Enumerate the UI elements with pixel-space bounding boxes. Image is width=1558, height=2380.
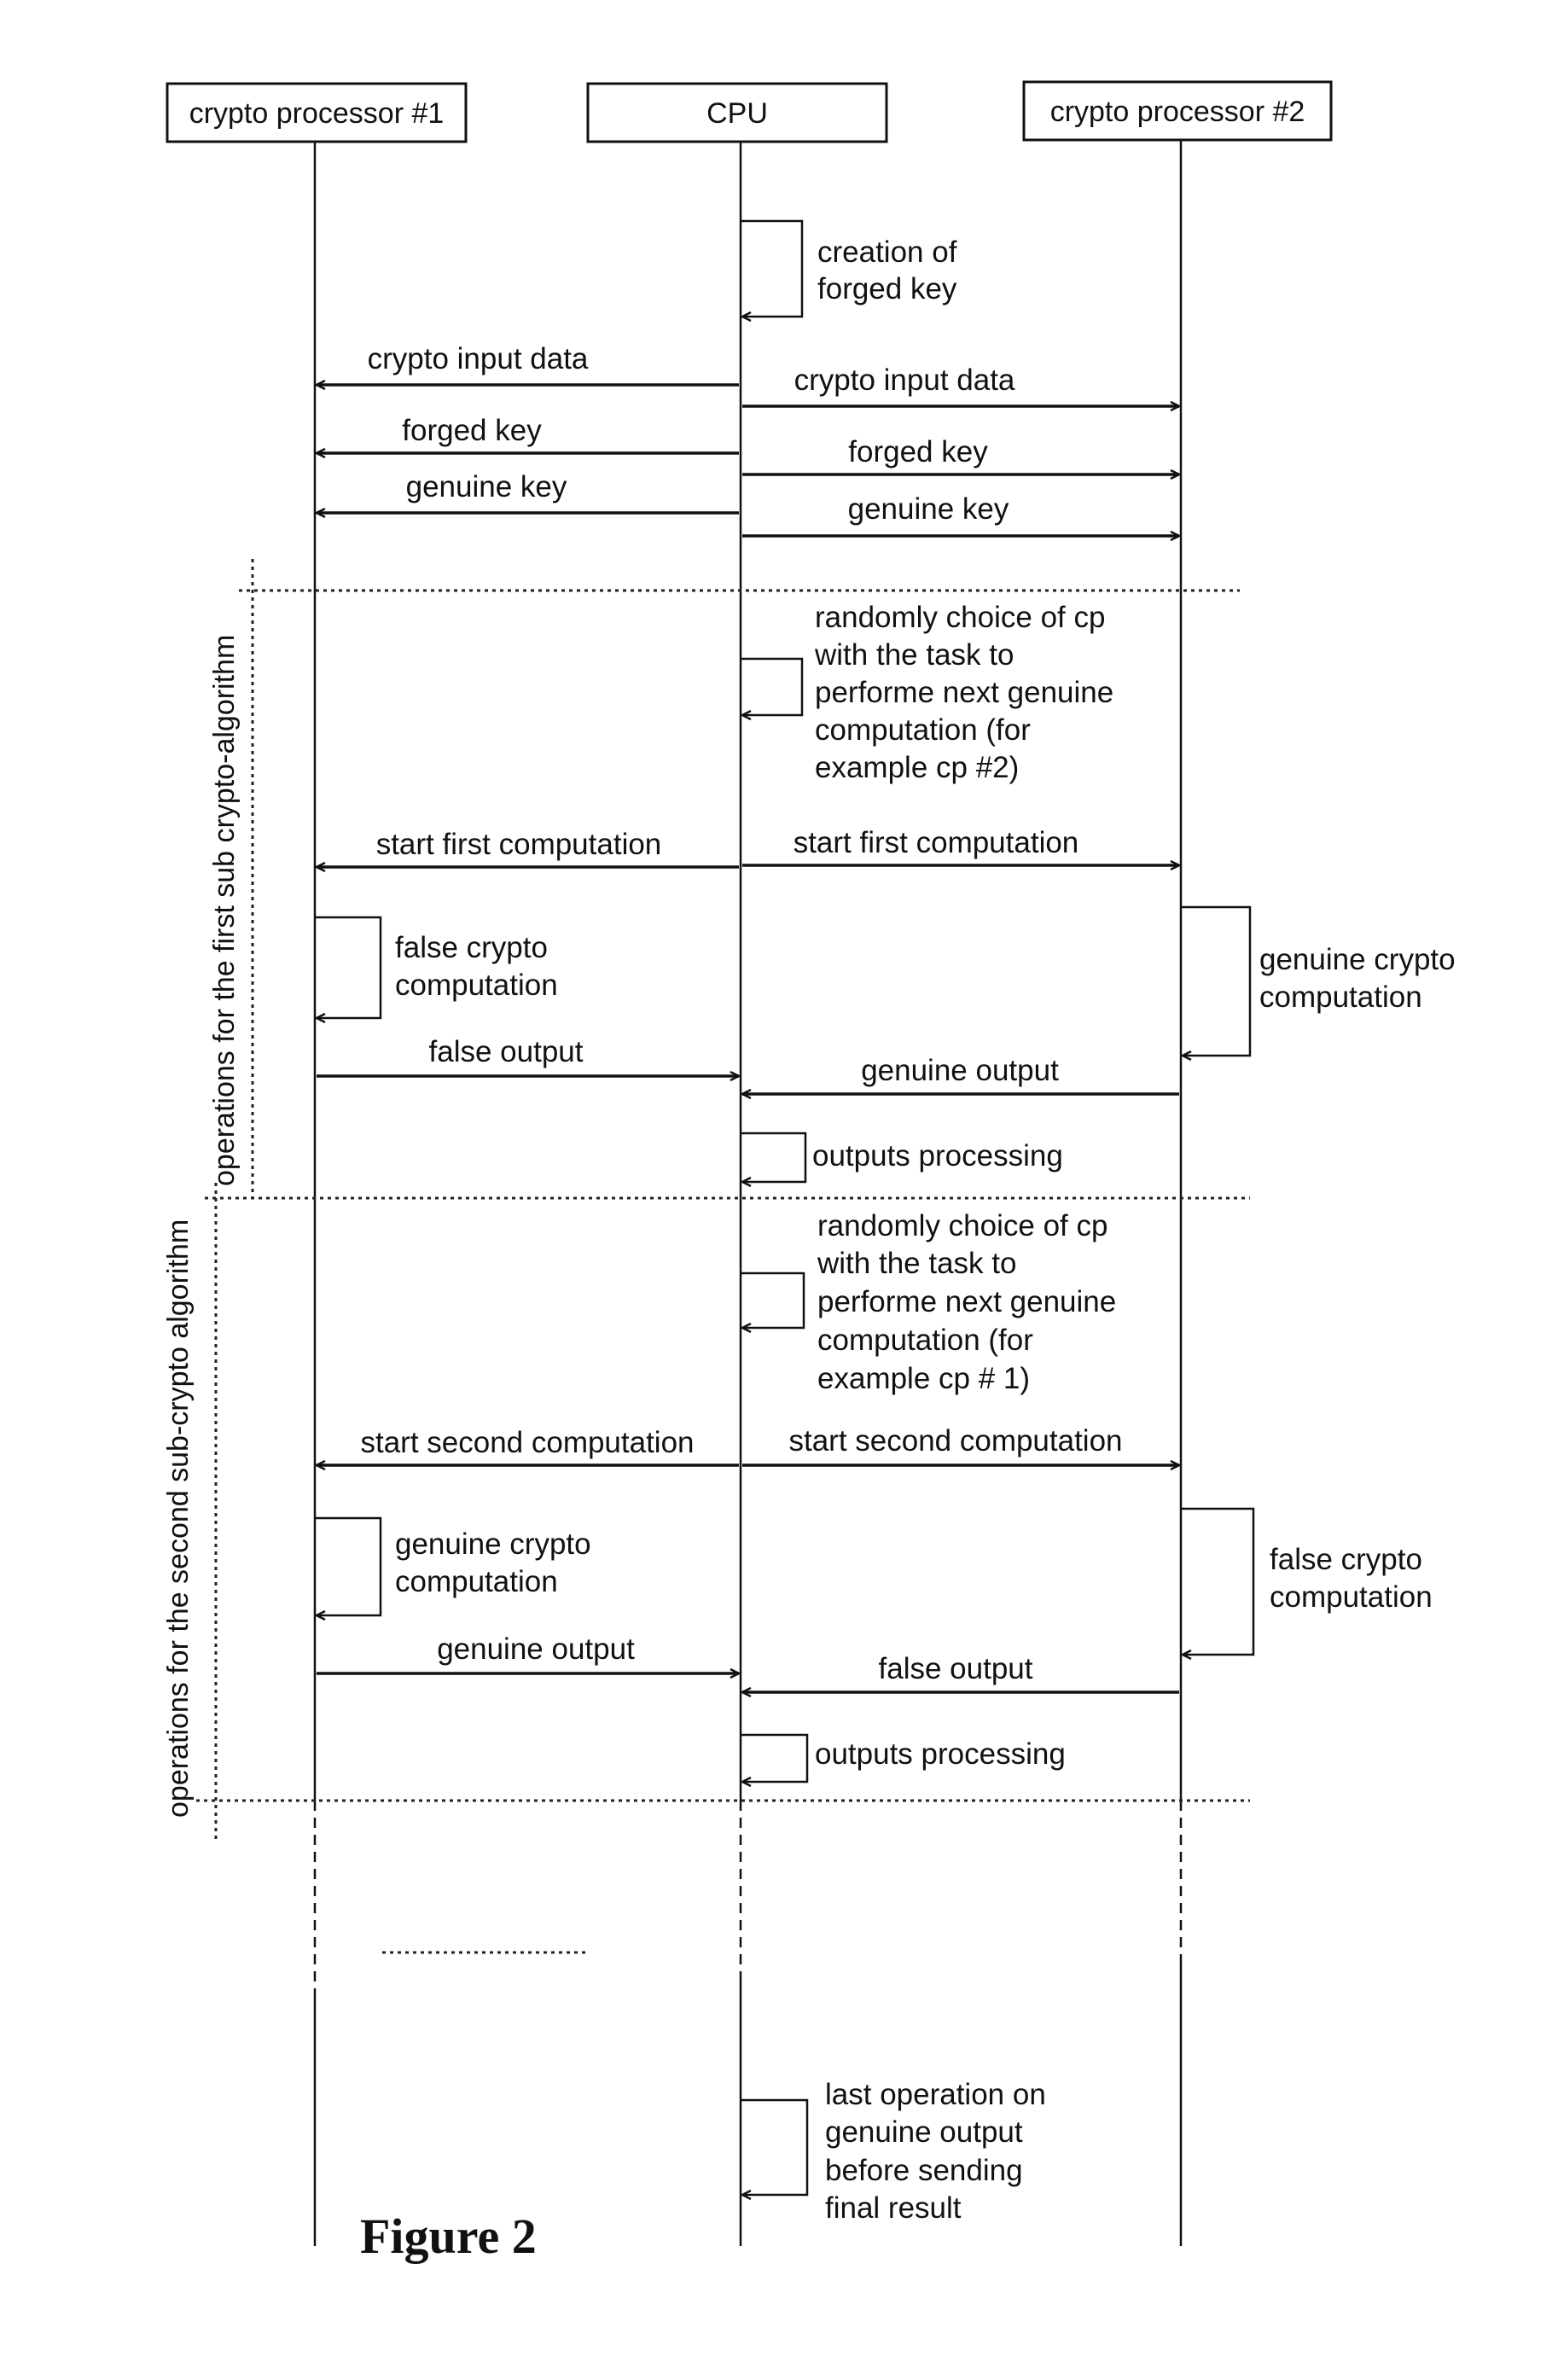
message-label: forged key <box>848 435 988 468</box>
participant-label-cpu: CPU <box>706 97 768 130</box>
loop-arrow <box>1181 1507 1255 1655</box>
loop-label-line: with the task to <box>817 1247 1016 1280</box>
message-label: genuine output <box>861 1054 1059 1087</box>
self-loop-creation-forged-key: creation of forged key <box>741 219 957 317</box>
message-start-first-cp2: start first computation <box>742 826 1179 865</box>
participant-cp2: crypto processor #2 <box>1022 80 1333 142</box>
message-label: genuine key <box>406 470 567 503</box>
participant-cpu: CPU <box>586 82 888 143</box>
message-label: start second computation <box>360 1426 694 1459</box>
message-label: forged key <box>402 414 542 447</box>
loop-arrow <box>315 916 382 1018</box>
loop-label-line: computation (for <box>817 1324 1033 1357</box>
loop-label-line: computation <box>395 1565 558 1598</box>
self-loop-false-crypto-2: false crypto computation <box>1181 1507 1433 1655</box>
sequence-diagram: crypto processor #1 CPU crypto processor… <box>162 80 1456 2264</box>
loop-label-line: forged key <box>817 272 957 306</box>
loop-label-line: last operation on <box>825 2078 1046 2111</box>
loop-label-line: example cp #2) <box>815 751 1019 784</box>
message-genuine-key-cp1: genuine key <box>317 470 739 513</box>
self-loop-false-crypto-1: false crypto computation <box>315 916 558 1018</box>
loop-label-line: genuine output <box>825 2115 1023 2149</box>
self-loop-last-operation: last operation on genuine output before … <box>741 2078 1046 2225</box>
message-false-output-2: false output <box>742 1652 1179 1692</box>
loop-label-line: false crypto <box>1270 1543 1422 1576</box>
message-crypto-input-cp2: crypto input data <box>742 364 1179 406</box>
message-start-second-cp1: start second computation <box>317 1426 739 1465</box>
loop-arrow <box>741 657 804 715</box>
message-forged-key-cp2: forged key <box>742 435 1179 474</box>
group-label: operations for the first sub crypto-algo… <box>208 635 241 1186</box>
self-loop-random-choice-2: randomly choice of cp with the task to p… <box>741 1209 1116 1395</box>
self-loop-genuine-crypto-2: genuine crypto computation <box>315 1516 591 1615</box>
loop-label-line: false crypto <box>395 931 548 964</box>
loop-arrow <box>1181 905 1252 1056</box>
group-first-sub-algorithm: operations for the first sub crypto-algo… <box>205 559 1250 1200</box>
message-genuine-output-2: genuine output <box>317 1632 739 1673</box>
loop-arrow <box>741 1733 809 1782</box>
loop-label-line: computation <box>1259 981 1422 1014</box>
loop-label-line: before sending <box>825 2154 1023 2187</box>
loop-arrow <box>741 1132 807 1182</box>
message-crypto-input-cp1: crypto input data <box>317 342 739 385</box>
loop-label-line: example cp # 1) <box>817 1362 1030 1395</box>
message-start-second-cp2: start second computation <box>742 1424 1179 1465</box>
self-loop-outputs-processing-1: outputs processing <box>741 1132 1063 1182</box>
figure-caption: Figure 2 <box>360 2208 537 2264</box>
loop-arrow <box>741 2098 809 2195</box>
message-forged-key-cp1: forged key <box>317 414 739 453</box>
message-label: crypto input data <box>794 364 1015 397</box>
group-second-sub-algorithm: operations for the second sub-crypto alg… <box>162 1183 1250 1843</box>
loop-arrow <box>741 219 804 317</box>
self-loop-random-choice-1: randomly choice of cp with the task to p… <box>741 601 1113 784</box>
message-genuine-output-1: genuine output <box>742 1054 1179 1094</box>
loop-arrow <box>315 1516 382 1615</box>
participant-cp1: crypto processor #1 <box>166 82 468 143</box>
group-label: operations for the second sub-crypto alg… <box>162 1219 195 1818</box>
participant-label-cp1: crypto processor #1 <box>189 97 445 130</box>
message-genuine-key-cp2: genuine key <box>742 492 1179 536</box>
loop-arrow <box>741 1271 805 1328</box>
message-start-first-cp1: start first computation <box>317 828 739 867</box>
message-label: false output <box>879 1652 1033 1685</box>
message-false-output-1: false output <box>317 1035 739 1076</box>
loop-label-line: computation <box>395 969 558 1002</box>
message-label: genuine output <box>437 1632 635 1666</box>
message-label: start first computation <box>376 828 662 861</box>
loop-label-line: genuine crypto <box>395 1528 591 1561</box>
self-loop-outputs-processing-2: outputs processing <box>741 1733 1066 1782</box>
loop-label-line: randomly choice of cp <box>817 1209 1107 1242</box>
loop-label-line: performe next genuine <box>817 1285 1116 1318</box>
loop-label-line: with the task to <box>814 638 1014 672</box>
loop-label-line: creation of <box>817 236 957 269</box>
loop-label-line: performe next genuine <box>815 676 1113 709</box>
loop-label-line: final result <box>825 2191 962 2225</box>
message-label: start first computation <box>794 826 1079 859</box>
message-label: crypto input data <box>368 342 589 375</box>
message-label: false output <box>429 1035 584 1068</box>
self-loop-genuine-crypto-1: genuine crypto computation <box>1181 905 1456 1056</box>
message-label: genuine key <box>848 492 1009 526</box>
loop-label-line: computation <box>1270 1580 1433 1614</box>
loop-label-line: outputs processing <box>815 1737 1066 1771</box>
loop-label-line: outputs processing <box>812 1139 1063 1173</box>
participant-label-cp2: crypto processor #2 <box>1050 96 1305 128</box>
loop-label-line: genuine crypto <box>1259 943 1456 976</box>
loop-label-line: computation (for <box>815 713 1031 747</box>
message-label: start second computation <box>788 1424 1122 1458</box>
loop-label-line: randomly choice of cp <box>815 601 1105 634</box>
